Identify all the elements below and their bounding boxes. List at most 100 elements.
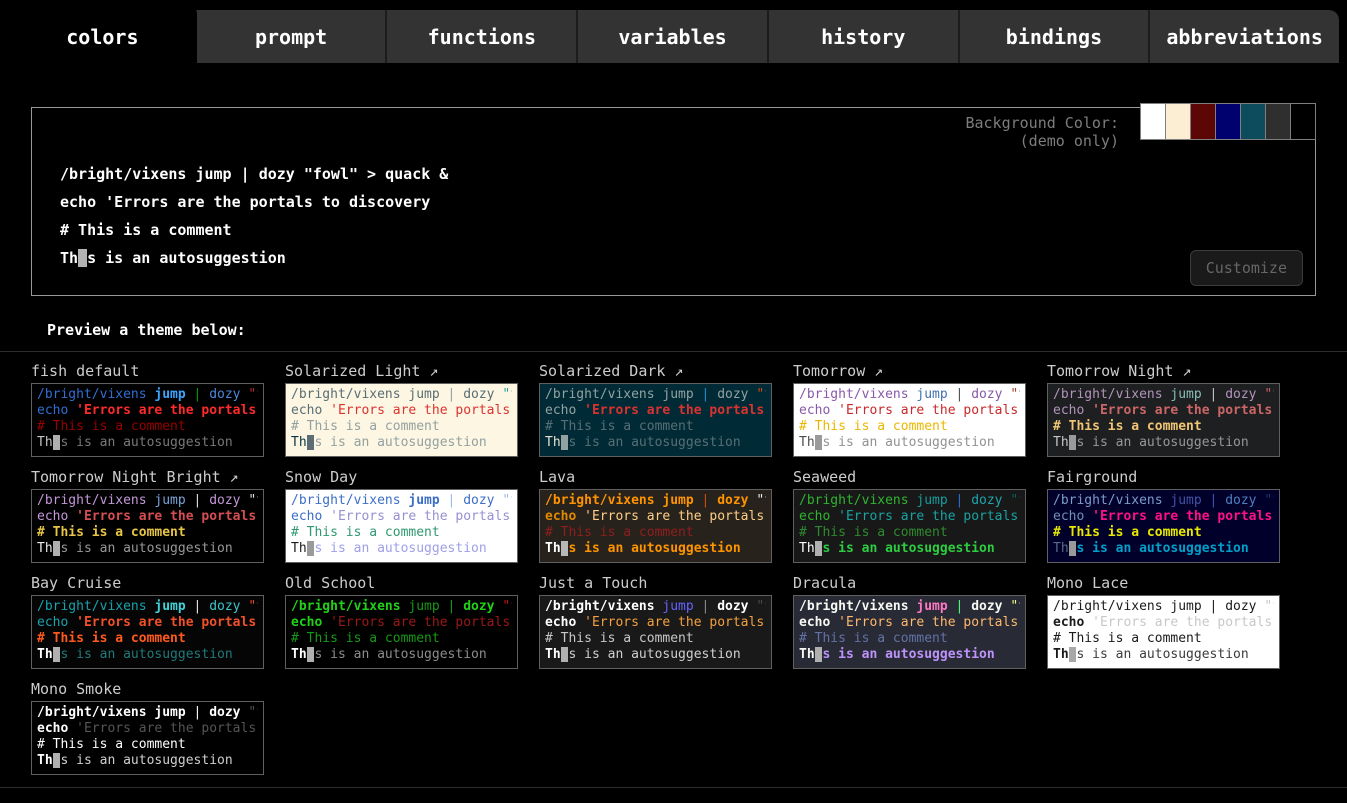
theme-dracula: Dracula/bright/vixens jump | dozy "fowl"…	[793, 574, 1026, 669]
token-param: jump	[154, 599, 185, 614]
token-command2: dozy	[717, 493, 748, 508]
token-quote: "fowl"	[502, 493, 512, 508]
token-error: 'Errors are the portals to discovery	[838, 509, 1020, 524]
sample-line: This is an autosuggestion	[60, 244, 1315, 272]
token-param: jump	[916, 387, 947, 402]
theme-card-fish-default[interactable]: /bright/vixens jump | dozy "fowl" > quac…	[31, 383, 264, 457]
theme-title-tomorrow[interactable]: Tomorrow ↗	[793, 362, 1026, 383]
token-autosuggestion: s is an autosuggestion	[60, 435, 232, 450]
theme-title-solarized-light[interactable]: Solarized Light ↗	[285, 362, 518, 383]
token-command2: dozy	[717, 387, 748, 402]
background-swatch-5[interactable]	[1240, 103, 1266, 140]
sample-line: This is an autosuggestion	[545, 647, 766, 663]
sample-line: This is an autosuggestion	[545, 541, 766, 557]
token-error: 'Errors are the portals to discovery	[1092, 403, 1274, 418]
theme-card-fairground[interactable]: /bright/vixens jump | dozy "fowl" > quac…	[1047, 489, 1280, 563]
sample-line: echo 'Errors are the portals to discover…	[545, 509, 766, 525]
token-command2: dozy	[1225, 493, 1256, 508]
theme-title-solarized-dark[interactable]: Solarized Dark ↗	[539, 362, 772, 383]
sample-line: echo 'Errors are the portals to discover…	[37, 721, 258, 737]
theme-card-bay-cruise[interactable]: /bright/vixens jump | dozy "fowl" > quac…	[31, 595, 264, 669]
token-error: 'Errors are the portals to discovery	[76, 403, 258, 418]
token-quote: "fowl"	[1010, 493, 1020, 508]
tab-variables[interactable]: variables	[576, 10, 767, 63]
token-command2: dozy	[209, 387, 240, 402]
theme-card-mono-lace[interactable]: /bright/vixens jump | dozy "fowl" > quac…	[1047, 595, 1280, 669]
theme-card-tomorrow[interactable]: /bright/vixens jump | dozy "fowl" > quac…	[793, 383, 1026, 457]
background-swatch-3[interactable]	[1190, 103, 1216, 140]
token-command: /bright/vixens	[545, 493, 662, 508]
theme-card-tomorrow-night-bright[interactable]: /bright/vixens jump | dozy "fowl" > quac…	[31, 489, 264, 563]
customize-button[interactable]: Customize	[1190, 250, 1303, 286]
token-command2: dozy	[971, 387, 1002, 402]
theme-mono-smoke: Mono Smoke/bright/vixens jump | dozy "fo…	[31, 680, 264, 775]
token-command: /bright/vixens	[1053, 599, 1170, 614]
token-typed: Th	[1053, 541, 1069, 556]
sample-line: This is an autosuggestion	[1053, 435, 1274, 451]
token-comment: # This is a comment	[1053, 525, 1202, 540]
token-error: 'Errors are the portals to discovery	[838, 403, 1020, 418]
background-swatch-6[interactable]	[1265, 103, 1291, 140]
theme-title-tomorrow-night[interactable]: Tomorrow Night ↗	[1047, 362, 1280, 383]
token-param: jump	[154, 705, 185, 720]
theme-card-seaweed[interactable]: /bright/vixens jump | dozy "fowl" > quac…	[793, 489, 1026, 563]
token-echo: echo	[37, 721, 76, 736]
token-quote: "fowl"	[502, 387, 512, 402]
token-command: /bright/vixens	[291, 493, 408, 508]
token-comment: # This is a comment	[37, 419, 186, 434]
token-typed: Th	[545, 647, 561, 662]
background-color-label-line2: (demo only)	[965, 132, 1119, 150]
sample-line: This is an autosuggestion	[545, 435, 766, 451]
theme-card-solarized-light[interactable]: /bright/vixens jump | dozy "fowl" > quac…	[285, 383, 518, 457]
token-param: jump	[154, 387, 185, 402]
token-typed: Th	[291, 647, 307, 662]
token-typed: Th	[37, 753, 53, 768]
sample-line: # This is a comment	[60, 216, 1315, 244]
sample-line: echo 'Errors are the portals to discover…	[37, 403, 258, 419]
theme-tomorrow-night-bright: Tomorrow Night Bright ↗/bright/vixens ju…	[31, 468, 264, 563]
token-quote: "fowl"	[756, 387, 766, 402]
sample-line: echo 'Errors are the portals to discover…	[37, 509, 258, 525]
theme-card-mono-smoke[interactable]: /bright/vixens jump | dozy "fowl" > quac…	[31, 701, 264, 775]
sample-line: echo 'Errors are the portals to discover…	[545, 403, 766, 419]
token-pipe: |	[440, 493, 463, 508]
tab-prompt[interactable]: prompt	[197, 10, 386, 63]
theme-card-snow-day[interactable]: /bright/vixens jump | dozy "fowl" > quac…	[285, 489, 518, 563]
background-swatch-4[interactable]	[1215, 103, 1241, 140]
token-command: /bright/vixens	[60, 165, 195, 183]
sample-line: This is an autosuggestion	[291, 435, 512, 451]
tab-functions[interactable]: functions	[385, 10, 576, 63]
theme-card-old-school[interactable]: /bright/vixens jump | dozy "fowl" > quac…	[285, 595, 518, 669]
token-param: jump	[195, 165, 231, 183]
theme-card-just-a-touch[interactable]: /bright/vixens jump | dozy "fowl" > quac…	[539, 595, 772, 669]
theme-title-tomorrow-night-bright[interactable]: Tomorrow Night Bright ↗	[31, 468, 264, 489]
sample-line: # This is a comment	[1053, 419, 1274, 435]
token-command: /bright/vixens	[545, 599, 662, 614]
token-pipe: |	[694, 387, 717, 402]
sample-line: /bright/vixens jump | dozy "fowl" > quac…	[1053, 493, 1274, 509]
sample-line: echo 'Errors are the portals to discover…	[799, 615, 1020, 631]
theme-card-dracula[interactable]: /bright/vixens jump | dozy "fowl" > quac…	[793, 595, 1026, 669]
tab-colors[interactable]: colors	[8, 6, 197, 63]
token-echo: echo	[291, 509, 330, 524]
theme-title-seaweed: Seaweed	[793, 468, 1026, 489]
token-error: 'Errors are the portals to discovery	[76, 509, 258, 524]
token-command: /bright/vixens	[37, 493, 154, 508]
token-autosuggestion: s is an autosuggestion	[822, 647, 994, 662]
background-swatch-7[interactable]	[1290, 103, 1316, 140]
token-comment: # This is a comment	[37, 631, 186, 646]
background-swatch-1[interactable]	[1140, 103, 1166, 140]
sample-line: /bright/vixens jump | dozy "fowl" > quac…	[291, 599, 512, 615]
token-echo: echo	[37, 403, 76, 418]
token-error: 'Errors are the portals to discovery	[330, 509, 512, 524]
token-command2: dozy	[209, 599, 240, 614]
tab-bindings[interactable]: bindings	[958, 10, 1149, 63]
theme-card-solarized-dark[interactable]: /bright/vixens jump | dozy "fowl" > quac…	[539, 383, 772, 457]
sample-line: This is an autosuggestion	[37, 753, 258, 769]
tab-abbreviations[interactable]: abbreviations	[1148, 10, 1339, 63]
tab-history[interactable]: history	[767, 10, 958, 63]
token-autosuggestion: s is an autosuggestion	[822, 435, 994, 450]
theme-card-tomorrow-night[interactable]: /bright/vixens jump | dozy "fowl" > quac…	[1047, 383, 1280, 457]
theme-card-lava[interactable]: /bright/vixens jump | dozy "fowl" > quac…	[539, 489, 772, 563]
background-swatch-2[interactable]	[1165, 103, 1191, 140]
